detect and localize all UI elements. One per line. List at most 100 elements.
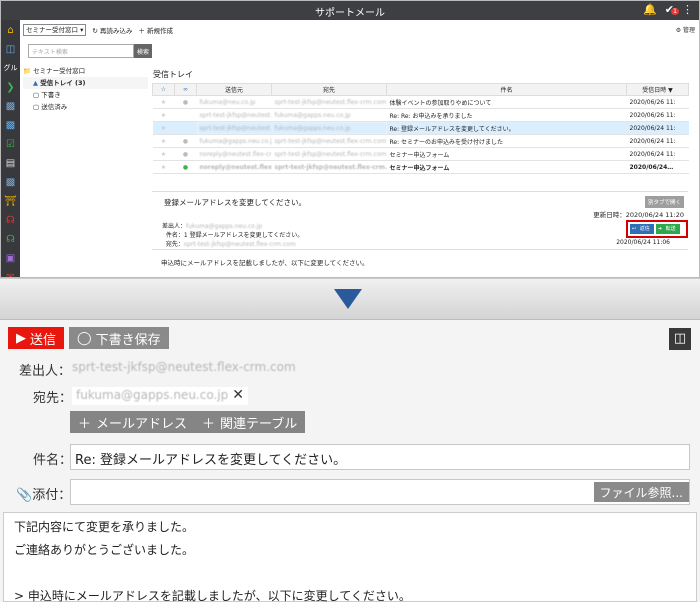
group-label[interactable]: グル: [1, 60, 20, 77]
tree-sent[interactable]: ▢ 送信済み: [23, 101, 148, 113]
body-line: 下記内容にて変更を承りました。: [14, 520, 195, 534]
table-row[interactable]: ★ ● fukuma@gapps.neu.co.jp sprt-test-jkfs…: [152, 134, 689, 148]
tree-root[interactable]: 📁 セミナー受付窓口: [23, 65, 148, 77]
tree-inbox[interactable]: ▲ 受信トレイ (3): [23, 77, 148, 89]
mailbox-select[interactable]: セミナー受付窓口 ▾: [23, 24, 87, 36]
preview-body: 申込時にメールアドレスを記載しましたが、以下に変更してください。: [152, 249, 688, 274]
preview-date: 2020/06/24 11:06: [616, 239, 670, 246]
status-dot: ●: [174, 160, 197, 174]
send-button[interactable]: ▶ 送信: [8, 327, 65, 349]
star-icon[interactable]: ★: [152, 108, 175, 122]
row-subject: 体験イベントの参加取りやめについて: [386, 95, 627, 109]
app-title: サポートメール: [315, 8, 385, 19]
box-icon[interactable]: ▣: [1, 250, 20, 267]
star-icon[interactable]: ★: [152, 121, 175, 135]
check-icon[interactable]: ✔ 1: [665, 3, 679, 16]
titlebar: サポートメール 🔔 ✔ 1 ⋮: [1, 1, 699, 20]
search-button[interactable]: 検索: [134, 44, 153, 58]
save-draft-button[interactable]: ◯ 下書き保存: [69, 327, 169, 349]
plus-icon: ＋: [78, 416, 92, 432]
close-icon[interactable]: ✕: [232, 388, 244, 404]
subject-input[interactable]: Re: 登録メールアドレスを変更してください。: [70, 444, 690, 470]
chat-icon[interactable]: ▩: [1, 98, 20, 115]
table-row-unread[interactable]: ★● noreply@neutest.flex-crm.com sprt-tes…: [152, 160, 689, 174]
new-button[interactable]: ＋ 新規作成: [138, 25, 173, 35]
mail-icon[interactable]: ✉: [1, 269, 20, 277]
left-sidebar: ⌂ ◫ グル ❯ ▩ ▩ ☑ ▤ ▩ ⛩ ☊ ☊ ▣ ✉: [1, 20, 20, 277]
headset-icon[interactable]: ☊: [1, 212, 20, 229]
row-to: sprt-test-jkfsp@neutest.flex-crm.com: [271, 134, 387, 148]
related-table-label: 関連テーブル: [220, 416, 298, 432]
table-row[interactable]: ★ ● fukuma@neu.co.jp sprt-test-jkfsp@neut…: [152, 95, 689, 109]
body-textarea[interactable]: 下記内容にて変更を承りました。 ご連絡ありがとうございました。 > 申込時にメー…: [3, 512, 697, 603]
manage-button[interactable]: ⚙ 管理: [676, 25, 695, 34]
row-to: fukuma@gapps.neu.co.jp: [271, 121, 387, 135]
arrow-icon[interactable]: ❯: [1, 79, 20, 96]
body-line: [14, 562, 686, 585]
home-icon[interactable]: ⌂: [1, 22, 20, 39]
forward-button[interactable]: ➜ 転送: [655, 224, 680, 234]
to-recipient-chip: fukuma@gapps.neu.co.jp ✕: [72, 387, 248, 405]
table-row[interactable]: ★ sprt-test-jkfsp@neutest.flex-crm.com f…: [152, 108, 689, 122]
more-icon[interactable]: ⋮: [682, 3, 693, 16]
row-from: fukuma@gapps.neu.co.jp: [196, 134, 272, 148]
table-row[interactable]: ★● noreply@neutest.flex-crm.com sprt-tes…: [152, 147, 689, 161]
row-from: fukuma@neu.co.jp: [196, 95, 272, 109]
building-icon[interactable]: ⛩: [1, 193, 20, 210]
file-browse-button[interactable]: ファイル参照...: [593, 482, 689, 502]
search-input[interactable]: テキスト検索: [28, 44, 134, 58]
doc-icon[interactable]: ▤: [1, 155, 20, 172]
star-icon[interactable]: ★: [152, 95, 175, 109]
database-icon[interactable]: ◫: [1, 41, 20, 58]
row-date: 2020/06/24 11:: [626, 147, 689, 161]
star-column-icon[interactable]: ☆: [152, 83, 175, 96]
row-date: 2020/06/24 11:: [626, 134, 689, 148]
star-icon[interactable]: ★: [152, 160, 175, 174]
link-column-icon[interactable]: ∞: [174, 83, 197, 96]
subject-label: 件名：: [33, 453, 73, 468]
row-from: sprt-test-jkfsp@neutest.flex-crm.com: [196, 108, 272, 122]
headset2-icon[interactable]: ☊: [1, 231, 20, 248]
add-address-button[interactable]: ＋ メールアドレス: [70, 411, 196, 433]
new-label: 新規作成: [146, 27, 173, 35]
status-dot: ●: [174, 147, 197, 161]
star-icon[interactable]: ★: [152, 134, 175, 148]
table-row-selected[interactable]: ★ sprt-test-jkfsp@neutest.flex-crm.com f…: [152, 121, 689, 135]
row-from: sprt-test-jkfsp@neutest.flex-crm.com: [196, 121, 272, 135]
row-date: 2020/06/26 11:: [626, 95, 689, 109]
notification-badge: 1: [671, 8, 679, 15]
preview-to-value: sprt-test-jkfsp@neutest.flex-crm.com: [183, 241, 296, 248]
status-dot: [174, 121, 197, 135]
send-label: 送信: [30, 332, 57, 348]
inbox-icon: ▲: [33, 79, 38, 87]
col-date-label: 受信日時: [642, 87, 667, 94]
open-new-tab-button[interactable]: 別タブで開く: [644, 196, 684, 208]
preview-from-value: fukuma@gapps.neu.co.jp: [186, 223, 263, 230]
col-to[interactable]: 宛先: [271, 83, 387, 96]
reply-button[interactable]: ↩ 返信: [630, 224, 654, 234]
add-address-label: メールアドレス: [96, 416, 188, 432]
preview-to-label: 宛先：: [165, 241, 184, 248]
row-to: fukuma@gapps.neu.co.jp: [271, 108, 387, 122]
mail-preview: 登録メールアドレスを変更してください。 別タブで開く 更新日時：2020/06/…: [152, 191, 688, 277]
col-date[interactable]: 受信日時 ▼: [626, 83, 689, 96]
related-table-button[interactable]: ＋ 関連テーブル: [194, 411, 306, 433]
tree-drafts[interactable]: ▢ 下書き: [23, 89, 148, 101]
col-from[interactable]: 送信元: [196, 83, 272, 96]
refresh-button[interactable]: ↻ 再読み込み: [92, 25, 132, 35]
memo-icon[interactable]: ▩: [1, 174, 20, 191]
status-dot: ●: [174, 134, 197, 148]
down-arrow-icon: [334, 289, 362, 309]
panel-toggle-icon[interactable]: ◫: [669, 328, 691, 350]
col-subject[interactable]: 件名: [386, 83, 627, 96]
attach-label-group: 📎添付：: [16, 484, 71, 503]
star-icon[interactable]: ★: [152, 147, 175, 161]
tree-inbox-label: 受信トレイ (3): [40, 79, 86, 87]
search-bar: テキスト検索 検索: [28, 44, 153, 58]
from-label: 差出人：: [19, 364, 72, 379]
chat2-icon[interactable]: ▩: [1, 117, 20, 134]
check-box-icon[interactable]: ☑: [1, 136, 20, 153]
to-label: 宛先：: [33, 391, 73, 406]
bell-icon[interactable]: 🔔: [643, 3, 657, 16]
plus-icon: ＋: [202, 416, 216, 432]
